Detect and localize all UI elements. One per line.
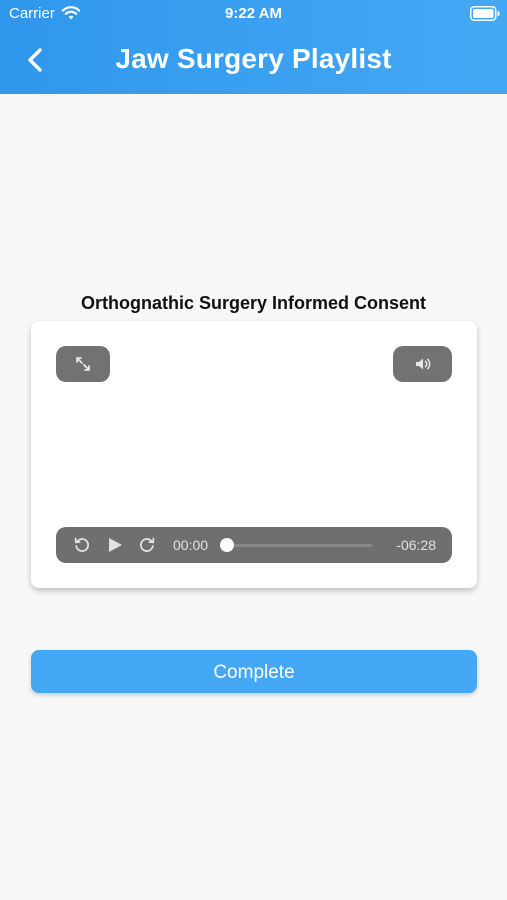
battery-icon [470, 6, 500, 21]
complete-button[interactable]: Complete [31, 650, 477, 693]
expand-icon [76, 357, 90, 371]
video-title: Orthognathic Surgery Informed Consent [80, 293, 427, 313]
app-header: Carrier 9:22 AM Jaw Surgery Playlist [0, 0, 507, 94]
elapsed-time: 00:00 [173, 537, 209, 553]
status-time: 9:22 AM [225, 5, 282, 22]
speaker-icon [415, 358, 430, 370]
forward-icon[interactable] [138, 536, 156, 554]
page-title: Jaw Surgery Playlist [115, 43, 392, 74]
fullscreen-button[interactable] [56, 346, 110, 382]
play-icon[interactable] [106, 536, 124, 554]
progress-thumb[interactable] [220, 538, 234, 552]
progress-track[interactable] [227, 544, 372, 547]
video-player[interactable]: 00:00 -06:28 [31, 321, 477, 588]
remaining-time: -06:28 [396, 537, 436, 553]
volume-button[interactable] [393, 346, 452, 382]
status-bar: Carrier 9:22 AM [0, 0, 507, 28]
playback-controls: 00:00 -06:28 [56, 527, 452, 563]
rewind-icon[interactable] [73, 536, 91, 554]
